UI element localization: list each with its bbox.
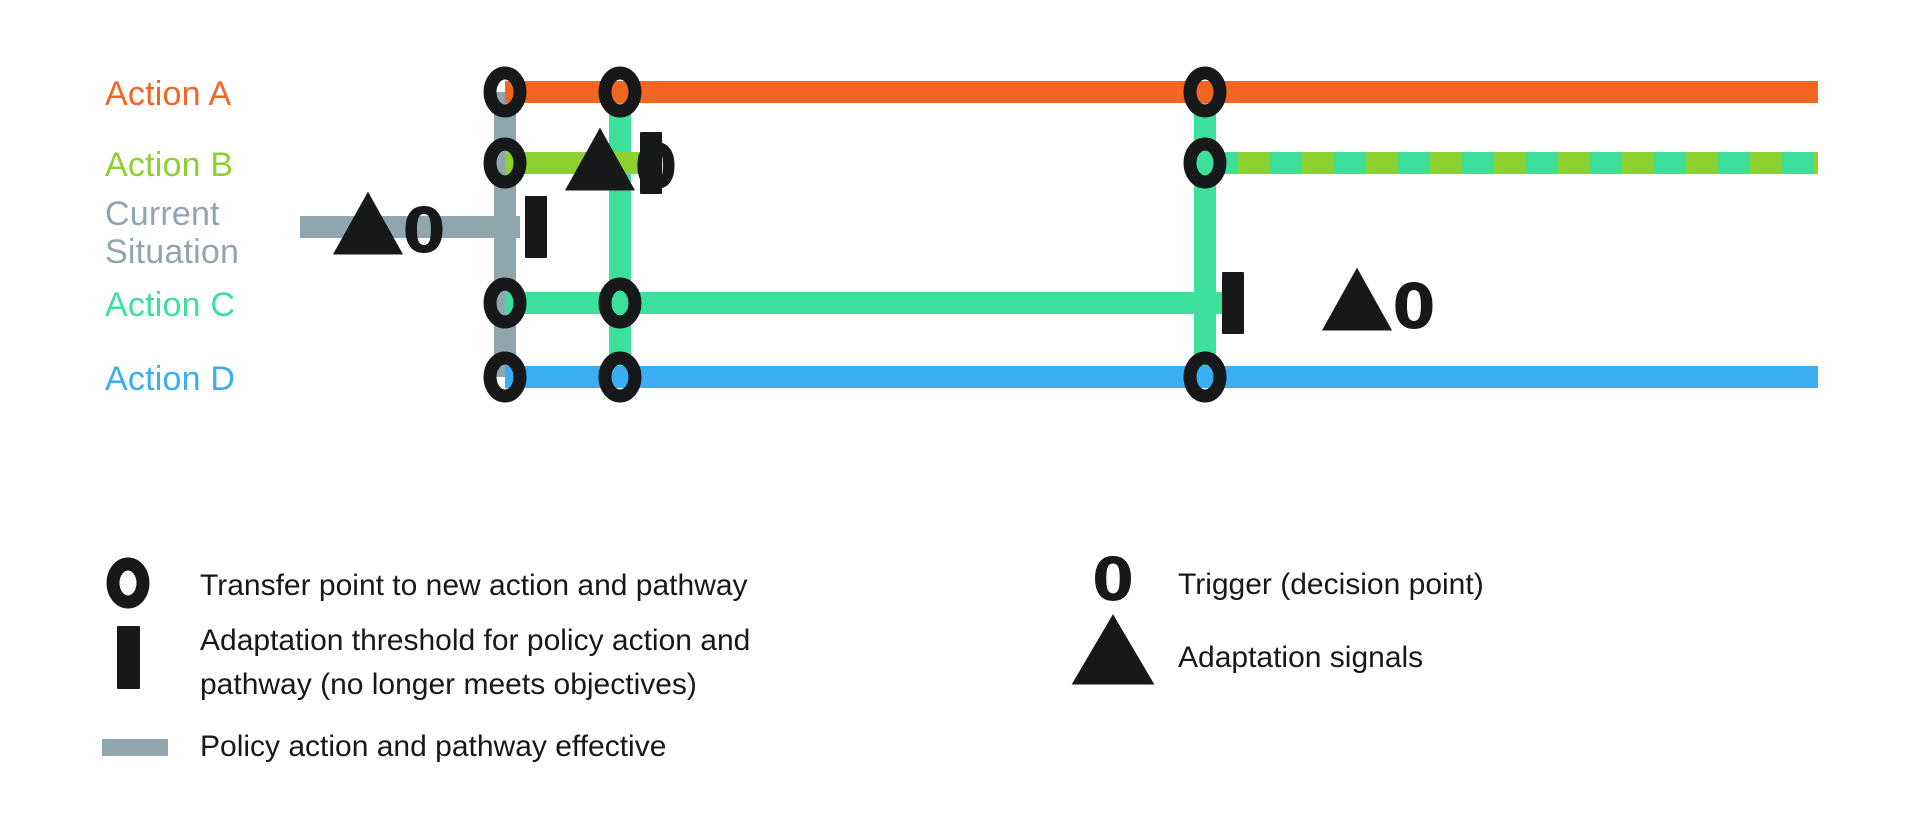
policy-effective-line-icon — [102, 739, 168, 756]
row-label-action-d: Action D — [105, 360, 235, 398]
legend-left-column: Transfer point to new action and pathway… — [102, 557, 750, 763]
row-label-current-situation-line2: Situation — [105, 233, 239, 271]
adaptation-pathways-svg: Action A Action B Current Situation Acti… — [102, 66, 1818, 763]
transfer-points — [483, 66, 1227, 403]
trigger-icon-action-b: 0 — [634, 130, 677, 203]
trigger-icon-action-c: 0 — [1392, 270, 1435, 343]
adaptation-signal-icon — [1071, 614, 1155, 685]
legend-label-threshold-line2: pathway (no longer meets objectives) — [200, 668, 697, 701]
legend-label-adaptation-signals: Adaptation signals — [1178, 641, 1423, 674]
pathways-figure: Action A Action B Current Situation Acti… — [0, 0, 1920, 823]
adaptation-signal-icon-current-situation — [332, 191, 404, 255]
row-label-action-a: Action A — [105, 75, 231, 113]
decision-column-2 — [609, 92, 631, 377]
segment-action-c — [505, 292, 1237, 314]
trigger-icon: 0 — [1092, 545, 1134, 615]
row-label-action-c: Action C — [105, 286, 235, 324]
row-label-action-b: Action B — [105, 146, 233, 184]
adaptation-threshold-action-c — [1222, 272, 1244, 334]
adaptation-signal-icon-action-c — [1321, 267, 1393, 331]
segment-action-d — [505, 366, 1818, 388]
legend-label-trigger: Trigger (decision point) — [1178, 568, 1484, 601]
row-labels: Action A Action B Current Situation Acti… — [105, 75, 239, 398]
adaptation-threshold-current-situation — [525, 196, 547, 258]
adaptation-threshold-icon — [117, 626, 140, 689]
legend-label-policy-effective: Policy action and pathway effective — [200, 730, 666, 763]
row-label-current-situation-line1: Current — [105, 195, 220, 233]
legend-label-threshold-line1: Adaptation threshold for policy action a… — [200, 624, 750, 657]
segment-action-a — [505, 81, 1818, 103]
legend-label-transfer-point: Transfer point to new action and pathway — [200, 569, 748, 602]
legend-right-column: 0 Trigger (decision point) Adaptation si… — [1071, 545, 1484, 685]
transfer-point-icon — [106, 557, 150, 609]
trigger-icon-current-situation: 0 — [402, 194, 445, 267]
decision-column-3 — [1194, 92, 1216, 377]
segment-action-b-2-dashed — [1205, 152, 1818, 174]
